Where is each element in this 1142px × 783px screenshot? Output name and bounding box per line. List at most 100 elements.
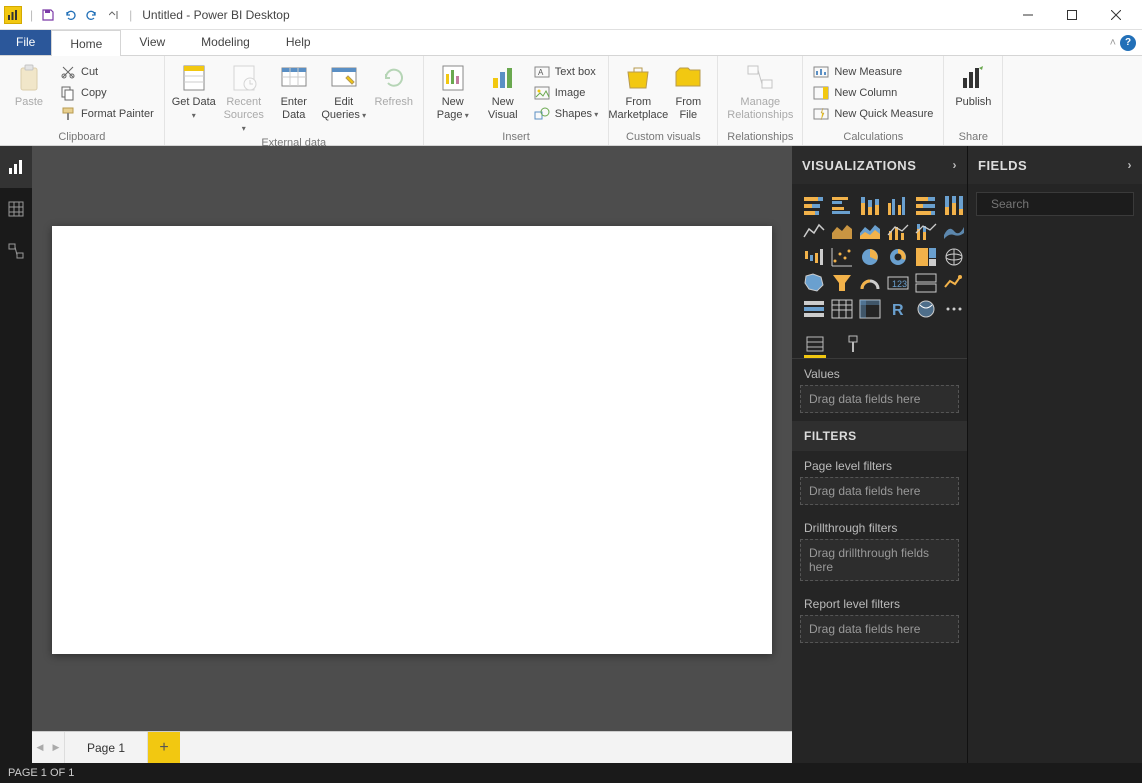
page-filters-well[interactable]: Drag data fields here — [800, 477, 959, 505]
search-input[interactable] — [991, 197, 1142, 211]
viz-stacked-area[interactable] — [858, 220, 882, 242]
new-column-button[interactable]: New Column — [807, 83, 939, 103]
qat-customize[interactable] — [103, 4, 125, 26]
new-visual-button[interactable]: New Visual — [478, 58, 528, 122]
report-canvas[interactable] — [52, 226, 772, 654]
recent-sources-button[interactable]: Recent Sources — [219, 58, 269, 135]
chevron-right-icon: › — [1128, 158, 1133, 172]
model-view-button[interactable] — [0, 230, 32, 272]
format-painter-button[interactable]: Format Painter — [54, 104, 160, 124]
page-prev-button[interactable]: ◀ — [32, 732, 48, 763]
viz-table[interactable] — [830, 298, 854, 320]
page-tabs: ◀ ▶ Page 1 + — [32, 731, 792, 763]
data-view-button[interactable] — [0, 188, 32, 230]
viz-donut[interactable] — [886, 246, 910, 268]
manage-relationships-button[interactable]: Manage Relationships — [722, 58, 798, 122]
measure-icon — [813, 64, 829, 80]
fields-search[interactable] — [976, 192, 1134, 216]
text-box-button[interactable]: AText box — [528, 62, 605, 82]
viz-multi-row-card[interactable] — [914, 272, 938, 294]
new-measure-button[interactable]: New Measure — [807, 62, 939, 82]
edit-queries-icon — [328, 62, 360, 94]
collapse-ribbon-icon[interactable]: ˄ — [1110, 37, 1116, 49]
viz-waterfall[interactable] — [802, 246, 826, 268]
group-clipboard: Paste Cut Copy Format Painter Clipboard — [0, 56, 165, 145]
status-bar: PAGE 1 OF 1 — [0, 763, 1142, 783]
group-external-data: Get Data Recent Sources Enter Data Edit … — [165, 56, 424, 145]
viz-treemap[interactable] — [914, 246, 938, 268]
tab-home[interactable]: Home — [51, 30, 121, 56]
viz-clustered-column[interactable] — [886, 194, 910, 216]
tab-modeling[interactable]: Modeling — [183, 30, 268, 55]
cut-button[interactable]: Cut — [54, 62, 160, 82]
viz-arcgis[interactable] — [914, 298, 938, 320]
new-quick-measure-button[interactable]: New Quick Measure — [807, 104, 939, 124]
report-view-button[interactable] — [0, 146, 32, 188]
drillthrough-well[interactable]: Drag drillthrough fields here — [800, 539, 959, 581]
publish-button[interactable]: Publish — [948, 58, 998, 109]
from-marketplace-button[interactable]: From Marketplace — [613, 58, 663, 122]
viz-matrix[interactable] — [858, 298, 882, 320]
viz-map[interactable] — [942, 246, 966, 268]
group-share: Publish Share — [944, 56, 1003, 145]
values-well[interactable]: Drag data fields here — [800, 385, 959, 413]
viz-stacked-100-bar[interactable] — [914, 194, 938, 216]
copy-button[interactable]: Copy — [54, 83, 160, 103]
from-file-button[interactable]: From File — [663, 58, 713, 122]
close-button[interactable] — [1094, 1, 1138, 29]
help-icon[interactable]: ? — [1120, 35, 1136, 51]
maximize-button[interactable] — [1050, 1, 1094, 29]
viz-card[interactable]: 123 — [886, 272, 910, 294]
viz-gauge[interactable] — [858, 272, 882, 294]
viz-area[interactable] — [830, 220, 854, 242]
visualizations-header[interactable]: VISUALIZATIONS› — [792, 146, 967, 184]
viz-stacked-100-column[interactable] — [942, 194, 966, 216]
group-custom-visuals: From Marketplace From File Custom visual… — [609, 56, 718, 145]
viz-kpi[interactable] — [942, 272, 966, 294]
edit-queries-button[interactable]: Edit Queries — [319, 58, 369, 122]
get-data-button[interactable]: Get Data — [169, 58, 219, 122]
viz-ribbon[interactable] — [942, 220, 966, 242]
viz-r-visual[interactable]: R — [886, 298, 910, 320]
shapes-button[interactable]: Shapes — [528, 104, 605, 124]
visualization-gallery: 123 R — [792, 184, 967, 326]
separator: | — [129, 8, 132, 22]
report-filters-well[interactable]: Drag data fields here — [800, 615, 959, 643]
viz-slicer[interactable] — [802, 298, 826, 320]
page-tab-1[interactable]: Page 1 — [64, 732, 148, 763]
viz-filled-map[interactable] — [802, 272, 826, 294]
filters-header: FILTERS — [792, 421, 967, 451]
viz-line[interactable] — [802, 220, 826, 242]
viz-pie[interactable] — [858, 246, 882, 268]
image-button[interactable]: Image — [528, 83, 605, 103]
page-next-button[interactable]: ▶ — [48, 732, 64, 763]
marketplace-icon — [622, 62, 654, 94]
fields-tab[interactable] — [804, 332, 826, 358]
viz-more[interactable] — [942, 298, 966, 320]
viz-line-clustered[interactable] — [886, 220, 910, 242]
add-page-button[interactable]: + — [148, 732, 180, 763]
enter-data-button[interactable]: Enter Data — [269, 58, 319, 122]
redo-button[interactable] — [81, 4, 103, 26]
viz-scatter[interactable] — [830, 246, 854, 268]
paste-button[interactable]: Paste — [4, 58, 54, 109]
paintbrush-icon — [60, 106, 76, 122]
save-button[interactable] — [37, 4, 59, 26]
minimize-button[interactable] — [1006, 1, 1050, 29]
format-tab[interactable] — [842, 332, 864, 358]
fields-header[interactable]: FIELDS› — [968, 146, 1142, 184]
viz-stacked-bar[interactable] — [802, 194, 826, 216]
refresh-button[interactable]: Refresh — [369, 58, 419, 109]
canvas-scroll[interactable] — [32, 146, 792, 731]
viz-line-stacked[interactable] — [914, 220, 938, 242]
viz-clustered-bar[interactable] — [830, 194, 854, 216]
undo-button[interactable] — [59, 4, 81, 26]
tab-help[interactable]: Help — [268, 30, 329, 55]
tab-view[interactable]: View — [121, 30, 183, 55]
title-bar: | | Untitled - Power BI Desktop — [0, 0, 1142, 30]
viz-funnel[interactable] — [830, 272, 854, 294]
tab-file[interactable]: File — [0, 30, 51, 55]
column-icon — [813, 85, 829, 101]
new-page-button[interactable]: New Page — [428, 58, 478, 122]
viz-stacked-column[interactable] — [858, 194, 882, 216]
